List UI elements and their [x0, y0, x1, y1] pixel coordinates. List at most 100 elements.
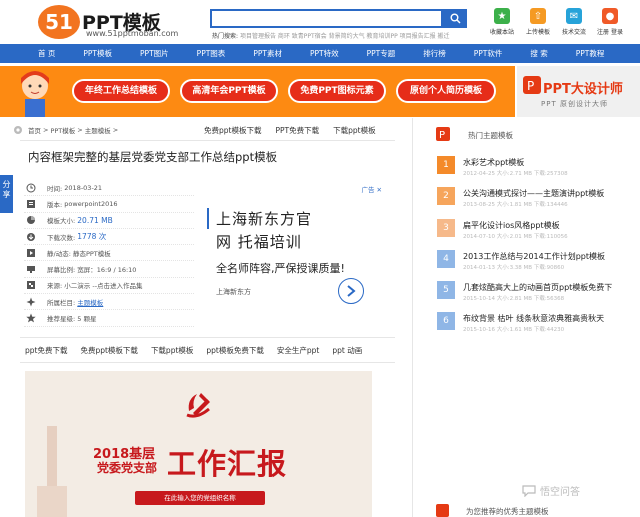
rank-badge: 1: [437, 156, 455, 174]
banner-btn-annual-meeting[interactable]: 高清年会PPT模板: [180, 79, 278, 103]
nav-ppt-assets[interactable]: PPT素材: [253, 44, 282, 63]
sidebar-item-title[interactable]: 扁平化设计ios风格ppt模板: [463, 220, 560, 231]
nav-ppt-software[interactable]: PPT软件: [474, 44, 503, 63]
crumb-home[interactable]: 首页: [28, 125, 41, 135]
ppt-icon: P: [436, 127, 450, 141]
tool-favorite[interactable]: ★ 收藏本站: [484, 8, 520, 36]
info-label: 屏幕比例:: [47, 266, 76, 275]
chat-bubble-icon: [522, 484, 536, 497]
template-preview[interactable]: 2018基层 党委党支部 工作汇报 在此输入您的党组织名称: [25, 371, 372, 517]
tool-label: 上传模板: [525, 29, 550, 36]
user-icon: ●: [602, 8, 618, 24]
tag-link[interactable]: 免费ppt模板下载: [80, 345, 137, 356]
info-row-size: 模板大小: 20.71 MB: [24, 213, 194, 229]
info-label: 所属栏目:: [47, 298, 76, 307]
ad-headline-1: 上海新东方官: [207, 208, 312, 229]
sidebar-item[interactable]: 5 几套炫酷高大上的动画首页ppt模板免费下 2015-10-14 大小:2.8…: [437, 281, 617, 309]
promo-banner[interactable]: 年终工作总结模板 高清年会PPT模板 免费PPT图标元素 原创个人简历模板: [0, 66, 515, 117]
hot-terms[interactable]: 项目管理报告 商环 致青PPT宿会 背景简约大气 教育培训PP 项目报告汇报 搬…: [240, 33, 450, 40]
banner-btn-free-icons[interactable]: 免费PPT图标元素: [288, 79, 386, 103]
svg-text:P: P: [527, 79, 534, 93]
sidebar-item-title[interactable]: 2013工作总结与2014工作计划ppt模板: [463, 251, 605, 262]
sidebar-item[interactable]: 4 2013工作总结与2014工作计划ppt模板 2014-01-13 大小:3…: [437, 250, 617, 278]
ad-label-text: 广告: [361, 186, 375, 194]
sidebar-item-title[interactable]: 水彩艺术ppt模板: [463, 157, 524, 168]
sidebar-divider: [412, 118, 413, 517]
sidebar-item-meta: 2015-10-16 大小:1.61 MB 下载:44230: [463, 327, 565, 333]
tag-link[interactable]: ppt 动画: [332, 345, 362, 356]
info-row-ratio: 屏幕比例: 宽屏：16:9 / 16:10: [24, 261, 194, 278]
info-label: 时间:: [47, 184, 63, 193]
ad-go-button[interactable]: [338, 278, 364, 304]
star-rating-icon: [24, 313, 37, 324]
tool-login[interactable]: ● 注册 登录: [592, 8, 628, 36]
breadcrumb: 首页 > PPT模板 > 主题模板 >: [13, 125, 118, 135]
nav-ppt-charts[interactable]: PPT图表: [197, 44, 226, 63]
sidebar-item-meta: 2014-07-10 大小:2.01 MB 下载:110056: [463, 234, 568, 240]
nav-ppt-images[interactable]: PPT图片: [140, 44, 169, 63]
source-icon: [24, 280, 37, 291]
tag-link[interactable]: ppt模板免费下载: [206, 345, 263, 356]
sidebar-item-title[interactable]: 布纹背景 枯叶 线条秋意浓典雅高贵秋天: [463, 313, 604, 324]
svg-text:P: P: [439, 130, 445, 141]
divider: [20, 337, 395, 338]
nav-rankings[interactable]: 排行榜: [423, 44, 446, 63]
banner-btn-year-summary[interactable]: 年终工作总结模板: [72, 79, 170, 103]
template-info: 时间: 2018-03-21 版本: powerpoint2016 模板大小: …: [24, 180, 194, 327]
crumb-topic[interactable]: 主题模板: [85, 125, 111, 135]
sidebar-item[interactable]: 1 水彩艺术ppt模板 2012-04-25 大小:2.71 MB 下载:257…: [437, 156, 617, 184]
version-icon: [24, 198, 37, 209]
designer-ad-title: PPT大设计师: [543, 82, 623, 97]
sidebar-item-title[interactable]: 几套炫酷高大上的动画首页ppt模板免费下: [463, 282, 612, 293]
hot-searches: 热门搜索: 项目管理报告 商环 致青PPT宿会 背景简约大气 教育培训PP 项目…: [212, 31, 467, 40]
info-row-category: 所属栏目: 主题模板: [24, 294, 194, 311]
monument-illustration: [37, 426, 67, 517]
sidebar-heading: 热门主题模板: [468, 131, 513, 140]
close-icon[interactable]: ✕: [377, 186, 382, 194]
info-row-motion: 静/动态: 静态PPT模板: [24, 245, 194, 262]
search-input[interactable]: [210, 9, 443, 28]
sidebar-item[interactable]: 6 布纹背景 枯叶 线条秋意浓典雅高贵秋天 2015-10-16 大小:1.61…: [437, 312, 617, 340]
nav-ppt-effects[interactable]: PPT特效: [310, 44, 339, 63]
info-value[interactable]: 小二演示 --点击进入作品集: [64, 280, 142, 290]
tool-chat[interactable]: ✉ 技术交流: [556, 8, 592, 36]
nav-search[interactable]: 搜 索: [530, 44, 547, 63]
training-ad[interactable]: 广告 ✕ 上海新东方官 网 托福培训 全名师阵容,严保授课质量! 上海新东方: [207, 181, 382, 312]
nav-home[interactable]: 首 页: [38, 44, 55, 63]
tag-link[interactable]: 安全生产ppt: [277, 345, 319, 356]
designer-ad[interactable]: P PPT大设计师 PPT 原创设计大师: [517, 66, 640, 117]
banner-btn-resume[interactable]: 原创个人简历模板: [396, 79, 496, 103]
play-icon: [24, 247, 37, 258]
info-value: 5 颗星: [77, 315, 97, 324]
info-value: 1778 次: [77, 232, 107, 242]
tool-label: 注册 登录: [597, 29, 623, 36]
tag-link[interactable]: ppt免费下载: [25, 345, 67, 356]
info-value: 静态PPT模板: [72, 249, 111, 258]
logo[interactable]: 51: [38, 5, 80, 39]
rank-badge: 2: [437, 187, 455, 205]
crumb-link[interactable]: 下载ppt模板: [333, 125, 375, 136]
sidebar-item[interactable]: 2 公关沟通模式探讨——主题演讲ppt模板 2013-08-25 大小:1.81…: [437, 187, 617, 215]
preview-org: 党委党支部: [97, 461, 158, 475]
share-button[interactable]: 分享: [0, 175, 13, 213]
main-nav: 首 页 PPT模板 PPT图片 PPT图表 PPT素材 PPT特效 PPT专题 …: [0, 44, 640, 63]
ad-tagline: 全名师阵容,严保授课质量!: [216, 262, 345, 275]
nav-ppt-templates[interactable]: PPT模板: [83, 44, 112, 63]
pie-icon: [24, 215, 37, 226]
search-icon: [450, 13, 461, 24]
download-icon: [24, 231, 37, 242]
tag-link[interactable]: 下载ppt模板: [151, 345, 193, 356]
sidebar-item[interactable]: 3 扁平化设计ios风格ppt模板 2014-07-10 大小:2.01 MB …: [437, 219, 617, 247]
crumb-link[interactable]: 免费ppt模板下载: [204, 125, 261, 136]
nav-ppt-tutorials[interactable]: PPT教程: [576, 44, 605, 63]
tool-label: 技术交流: [561, 29, 586, 36]
crumb-link[interactable]: PPT免费下载: [275, 125, 319, 136]
crumb-ppt[interactable]: PPT模板: [50, 125, 75, 135]
tool-upload[interactable]: ⇧ 上传模板: [520, 8, 556, 36]
nav-ppt-topics[interactable]: PPT专题: [367, 44, 396, 63]
sidebar-item-title[interactable]: 公关沟通模式探讨——主题演讲ppt模板: [463, 188, 604, 199]
search-button[interactable]: [443, 9, 467, 28]
page-title: 内容框架完整的基层党委党支部工作总结ppt模板: [28, 150, 278, 164]
crumb-links: 免费ppt模板下载 PPT免费下载 下载ppt模板: [204, 125, 390, 136]
category-link[interactable]: 主题模板: [77, 297, 103, 307]
